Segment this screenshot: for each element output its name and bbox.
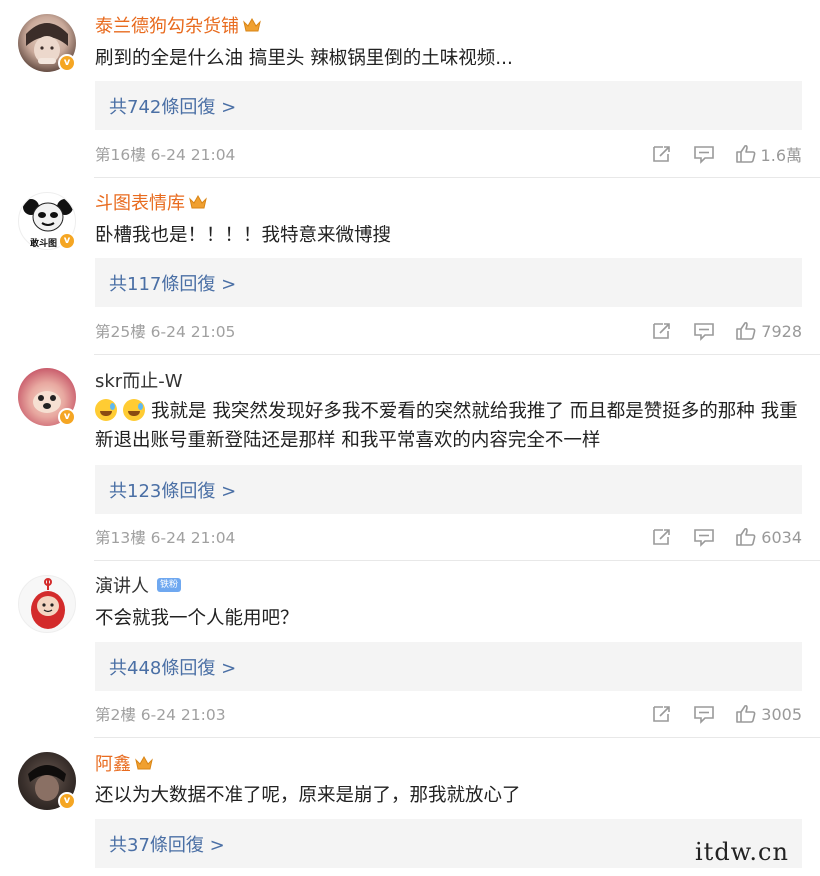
like-icon [736, 527, 756, 546]
comment-meta-row: 第16樓 6-24 21:04 1.6萬 [95, 142, 802, 166]
like-icon [736, 704, 756, 723]
floor-and-time: 第2樓 6-24 21:03 [95, 706, 226, 724]
share-icon[interactable] [651, 321, 673, 341]
comment-icon[interactable] [693, 144, 715, 164]
comment-text: 不会就我一个人能用吧？ [95, 608, 299, 629]
comment-text-body: 我就是 我突然发现好多我不爱看的突然就给我推了 而且都是赞挺多的那种 我重新退出… [95, 401, 798, 451]
comment-meta-row: 第25樓 6-24 21:05 7928 [95, 319, 802, 343]
verified-badge-icon: v [58, 54, 76, 72]
like-button[interactable]: 1.6萬 [735, 142, 802, 166]
like-count: 6034 [761, 527, 802, 547]
laughing-emoji-icon [95, 399, 117, 421]
like-count: 3005 [761, 704, 802, 724]
comment-icon[interactable] [693, 704, 715, 724]
view-replies-button[interactable]: 共123條回復 > [95, 465, 802, 514]
watermark: itdw.cn [695, 838, 789, 866]
verified-badge-icon: v [58, 232, 76, 250]
username[interactable]: 斗图表情库 [95, 189, 185, 215]
crown-icon [135, 755, 153, 771]
comment-text: 还以为大数据不准了呢，原来是崩了，那我就放心了 [95, 785, 521, 806]
username[interactable]: 阿鑫 [95, 750, 131, 776]
username[interactable]: 演讲人 [95, 572, 149, 598]
divider [94, 560, 820, 561]
floor-and-time: 第25樓 6-24 21:05 [95, 323, 236, 341]
comment-actions: 6034 [631, 527, 802, 547]
comment-icon[interactable] [693, 527, 715, 547]
comment-text: 刷到的全是什么油 搞里头 辣椒锅里倒的土味视频... [95, 48, 513, 69]
view-replies-button[interactable]: 共448條回復 > [95, 642, 802, 691]
like-icon [735, 144, 755, 163]
like-count: 1.6萬 [760, 146, 802, 165]
floor-and-time: 第13樓 6-24 21:04 [95, 529, 236, 547]
comment-actions: 1.6萬 [631, 142, 802, 166]
avatar-caption: 敢斗图 [30, 239, 58, 249]
divider [94, 177, 820, 178]
floor-and-time: 第16樓 6-24 21:04 [95, 146, 236, 164]
avatar-image [31, 578, 65, 629]
laughing-emoji-icon [123, 399, 145, 421]
username[interactable]: 泰兰德狗勾杂货铺 [95, 12, 239, 38]
like-button[interactable]: 6034 [735, 527, 802, 547]
username-row: 阿鑫 [95, 750, 153, 776]
username-row: 演讲人 铁粉 [95, 572, 182, 598]
verified-badge-icon: v [58, 408, 76, 426]
username-row: skr而止-W [95, 367, 183, 393]
comment-icon[interactable] [693, 321, 715, 341]
username[interactable]: skr而止-W [95, 367, 183, 393]
share-icon[interactable] [651, 527, 673, 547]
comment-meta-row: 第13樓 6-24 21:04 6034 [95, 525, 802, 549]
crown-icon [189, 194, 207, 210]
comment-text: 我就是 我突然发现好多我不爱看的突然就给我推了 而且都是赞挺多的那种 我重新退出… [95, 397, 810, 455]
comment-actions: 7928 [631, 321, 802, 341]
like-button[interactable]: 7928 [735, 321, 802, 341]
fan-badge: 铁粉 [157, 578, 182, 592]
like-button[interactable]: 3005 [735, 704, 802, 724]
share-icon[interactable] [651, 144, 673, 164]
username-row: 泰兰德狗勾杂货铺 [95, 12, 261, 38]
crown-icon [243, 17, 261, 33]
like-icon [736, 321, 756, 340]
view-replies-button[interactable]: 共117條回復 > [95, 258, 802, 307]
avatar[interactable] [18, 575, 76, 633]
divider [94, 737, 820, 738]
comment-text: 卧槽我也是！！！！我特意来微博搜 [95, 225, 392, 246]
view-replies-button[interactable]: 共742條回復 > [95, 81, 802, 130]
share-icon[interactable] [651, 704, 673, 724]
comment-actions: 3005 [631, 704, 802, 724]
username-row: 斗图表情库 [95, 189, 207, 215]
comment-meta-row: 第2樓 6-24 21:03 3005 [95, 702, 802, 726]
verified-badge-icon: v [58, 792, 76, 810]
divider [94, 354, 820, 355]
like-count: 7928 [761, 321, 802, 341]
